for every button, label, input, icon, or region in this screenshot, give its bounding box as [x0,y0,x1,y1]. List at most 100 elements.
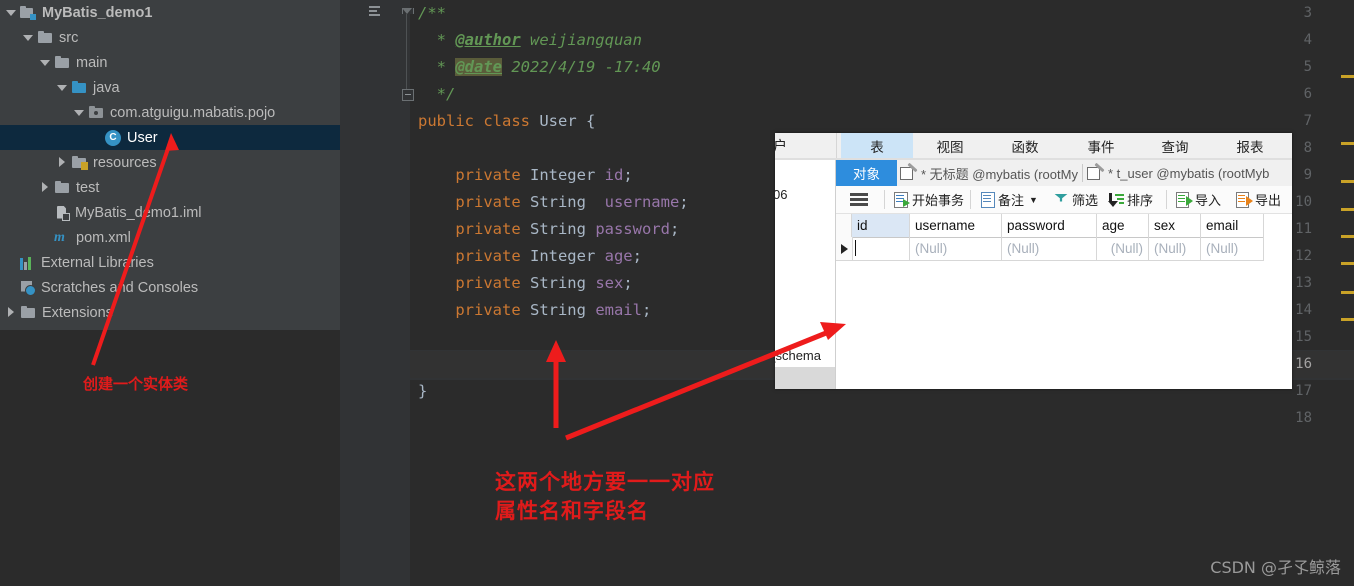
sort-icon [1107,192,1124,207]
navicat-menu-2[interactable]: 函数 [995,133,1055,158]
grid-header-row: id username password age sex email [836,214,1264,238]
tree-item-mybatis-demo1[interactable]: MyBatis_demo1 [0,0,340,25]
grid-cell-age[interactable]: (Null) [1097,237,1149,260]
grid-corner-cell [836,214,852,237]
table-row[interactable]: (Null) (Null) (Null) (Null) (Null) [836,237,1264,261]
code-line[interactable]: private String sex; [418,270,632,297]
tree-item-user[interactable]: C User [0,125,340,150]
navicat-tab-strip[interactable]: 对象 * 无标题 @mybatis (rootMy... * t_user @m… [836,160,1292,186]
tree-item-test[interactable]: test [0,175,340,200]
editor-marker[interactable] [1341,142,1354,145]
grid-header-age[interactable]: age [1097,214,1149,237]
code-line[interactable]: private String password; [418,216,679,243]
grid-view-toggle-button[interactable] [850,186,868,213]
tree-item-main[interactable]: main [0,50,340,75]
navicat-toolbar[interactable]: 开始事务 备注 ▼ 筛选 排序 导入 导出 [836,186,1292,214]
navicat-sidebar[interactable]: 06 n_schema [775,160,836,389]
code-token: ; [641,301,652,319]
grid-cell-sex[interactable]: (Null) [1149,237,1201,260]
code-line[interactable]: */ [418,81,456,108]
editor-marker[interactable] [1341,75,1354,78]
grid-header-username[interactable]: username [910,214,1002,237]
navicat-menu-1[interactable]: 视图 [920,133,980,158]
navicat-menu-0[interactable]: 表 [841,133,913,158]
tree-item-resources[interactable]: resources [0,150,340,175]
fold-collapse-bottom-icon[interactable] [402,89,414,101]
tree-item-src[interactable]: src [0,25,340,50]
toolbar-divider-3 [1166,190,1167,209]
code-line[interactable]: public class User { [418,108,595,135]
folder-icon [37,30,54,45]
editor-marker[interactable] [1341,208,1354,211]
navicat-menu-5[interactable]: 报表 [1220,133,1280,158]
chevron-down-icon[interactable] [6,7,17,18]
chevron-down-icon[interactable] [57,82,68,93]
code-line[interactable]: * @author weijiangquan [418,27,642,54]
tree-item-pom-xml[interactable]: m pom.xml [0,225,340,250]
tree-item-external-libraries[interactable]: External Libraries [0,250,340,275]
tree-item-com-atguigu-mabatis-pojo[interactable]: com.atguigu.mabatis.pojo [0,100,340,125]
grid-header-id[interactable]: id [852,214,910,237]
editor-marker[interactable] [1341,262,1354,265]
editor-gutter[interactable] [340,0,410,586]
result-grid[interactable]: id username password age sex email (Null) (Nul… [836,214,1292,389]
code-line[interactable]: * @date 2022/4/19 -17:40 [418,54,661,81]
editor-marker[interactable] [1341,318,1354,321]
editor-marker[interactable] [1341,180,1354,183]
tab-untitled-query-label: * 无标题 @mybatis (rootMy... [921,166,1078,182]
navicat-sidebar-row-schema[interactable]: n_schema [775,346,821,364]
navicat-window[interactable]: 户 表视图函数事件查询报表 06 n_schema 对象 * 无标题 @myba… [775,133,1292,389]
sort-button[interactable]: 排序 [1107,186,1153,213]
tree-item-scratches-and-consoles[interactable]: Scratches and Consoles [0,275,340,300]
project-tree-panel[interactable]: MyBatis_demo1 src main java com.atguigu.maba… [0,0,340,330]
chevron-down-icon[interactable] [40,57,51,68]
tree-item-label: java [93,79,120,96]
tree-item-java[interactable]: java [0,75,340,100]
source-folder-icon [71,80,88,95]
grid-header-email[interactable]: email [1201,214,1264,237]
tree-item-mybatis-demo1-iml[interactable]: MyBatis_demo1.iml [0,200,340,225]
grid-header-sex[interactable]: sex [1149,214,1201,237]
editor-marker-bar[interactable] [1340,0,1354,345]
code-token: ; [679,193,689,211]
grid-cell-email[interactable]: (Null) [1201,237,1264,260]
code-line[interactable]: private String email; [418,297,651,324]
import-label: 导入 [1195,193,1222,208]
note-button[interactable]: 备注 ▼ [980,186,1038,213]
filter-button[interactable]: 筛选 [1054,186,1098,213]
code-line[interactable]: private String username; [418,189,689,216]
navicat-menu-3[interactable]: 事件 [1071,133,1131,158]
export-icon [1236,192,1253,208]
grid-cell-password[interactable]: (Null) [1002,237,1097,260]
code-line[interactable]: /** [418,0,446,27]
code-line[interactable]: } [418,378,427,405]
begin-transaction-button[interactable]: 开始事务 [894,186,964,213]
grid-cell-username[interactable]: (Null) [910,237,1002,260]
navicat-menu-4[interactable]: 查询 [1145,133,1205,158]
tab-t-user[interactable]: * t_user @mybatis (rootMyb [1087,160,1292,186]
chevron-right-icon[interactable] [40,182,51,193]
editor-marker[interactable] [1341,291,1354,294]
tab-untitled-query[interactable]: * 无标题 @mybatis (rootMy... [900,160,1078,186]
grid-header-password[interactable]: password [1002,214,1097,237]
chevron-right-icon[interactable] [57,157,68,168]
chevron-down-icon[interactable] [74,107,85,118]
screen-root: MyBatis_demo1 src main java com.atguigu.maba… [0,0,1354,586]
export-button[interactable]: 导出 [1236,186,1281,213]
editor-marker[interactable] [1341,235,1354,238]
chevron-right-icon[interactable] [6,307,17,318]
chevron-down-icon[interactable] [23,32,34,43]
tree-item-extensions[interactable]: Extensions [0,300,340,325]
tab-objects[interactable]: 对象 [836,160,897,186]
grid-cell-id[interactable] [852,237,910,260]
code-line[interactable]: private Integer age; [418,243,642,270]
fold-collapse-top-icon[interactable] [402,8,414,14]
navicat-content[interactable]: 对象 * 无标题 @mybatis (rootMy... * t_user @m… [836,160,1292,389]
import-button[interactable]: 导入 [1176,186,1221,213]
code-line[interactable]: private Integer id; [418,162,632,189]
code-token: 2022/4/19 -17:40 [502,58,661,76]
code-token: public class [418,112,540,130]
chevron-down-icon[interactable]: ▼ [1029,195,1038,205]
